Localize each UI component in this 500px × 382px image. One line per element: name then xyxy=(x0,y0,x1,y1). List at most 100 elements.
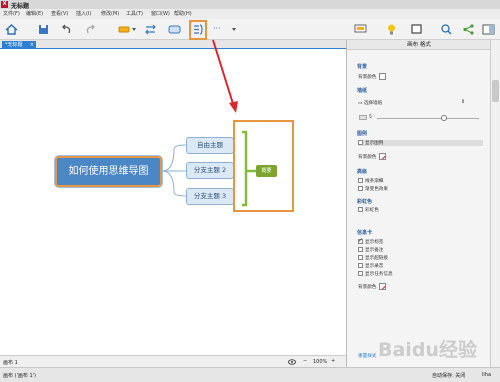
info-audio-checkbox[interactable] xyxy=(358,263,363,268)
sheet-tab[interactable]: 画布 1 xyxy=(3,359,18,366)
menu-view[interactable]: 查看(V) xyxy=(51,10,68,17)
menu-bar: 文件(F) 编辑(E) 查看(V) 插入(I) 修改(M) 工具(T) 窗口(W… xyxy=(0,9,500,19)
wallpaper-select[interactable]: ▭ 选择墙纸 xyxy=(358,100,382,106)
user-name: liha xyxy=(482,372,492,378)
search-icon[interactable] xyxy=(440,23,453,36)
subtopic-branch-3[interactable]: 分支主题 3 xyxy=(186,188,234,205)
info-option-notes[interactable]: 显示备注 xyxy=(358,247,383,253)
share-icon[interactable] xyxy=(462,23,475,36)
tab-bar: *无标题 × xyxy=(0,40,346,49)
show-legend-row[interactable]: 显示图例 xyxy=(358,140,483,146)
info-option-tasks[interactable]: 显示任务信息 xyxy=(358,271,393,277)
panel-scrollbar[interactable] xyxy=(490,40,500,367)
menu-file[interactable]: 文件(F) xyxy=(3,10,20,17)
eye-icon[interactable] xyxy=(288,359,296,365)
opacity-input[interactable] xyxy=(359,115,367,120)
advanced-option-1[interactable]: 线条渐细 xyxy=(358,178,383,184)
status-left: 画布 ('画布 1') xyxy=(3,373,37,379)
more-icon[interactable]: ··· xyxy=(213,24,221,33)
info-audio-label: 显示录音 xyxy=(365,264,384,269)
info-labels-checkbox[interactable] xyxy=(358,237,363,244)
menu-insert[interactable]: 插入(I) xyxy=(76,10,91,17)
close-icon[interactable]: × xyxy=(30,41,34,49)
rainbow-section: 彩虹色 xyxy=(357,199,373,205)
slider-handle[interactable] xyxy=(441,115,447,121)
taper-label: 线条渐细 xyxy=(365,179,384,184)
sheet-bar: 画布 1 − 100% + xyxy=(0,355,346,367)
info-notes-label: 显示备注 xyxy=(365,248,384,253)
panel-icon[interactable] xyxy=(482,23,495,36)
info-labels-label: 显示标签 xyxy=(365,240,384,245)
chevron-down-icon[interactable] xyxy=(232,28,236,31)
relationship-icon[interactable] xyxy=(144,23,157,36)
rainbow-option[interactable]: 彩虹色 xyxy=(358,207,379,213)
scrollbar-thumb[interactable] xyxy=(492,80,499,102)
info-bg-swatch[interactable] xyxy=(379,283,387,290)
legend-bg-swatch[interactable] xyxy=(379,153,387,160)
subtopic-free[interactable]: 自由主题 xyxy=(186,137,234,154)
home-icon[interactable] xyxy=(5,23,18,36)
info-option-audio[interactable]: 显示录音 xyxy=(358,263,383,269)
info-hyperlinks-checkbox[interactable] xyxy=(358,255,363,260)
menu-modify[interactable]: 修改(M) xyxy=(101,10,119,17)
zoom-in-icon[interactable]: + xyxy=(331,358,335,364)
menu-tools[interactable]: 工具(T) xyxy=(126,10,143,17)
info-hyperlinks-label: 显示超链接 xyxy=(365,256,388,261)
legend-bg-label: 背景颜色 xyxy=(358,155,377,160)
tab-untitled[interactable]: *无标题 × xyxy=(2,41,36,49)
info-option-labels[interactable]: 显示标签 xyxy=(358,237,384,245)
idea-icon[interactable] xyxy=(385,23,398,36)
undo-icon[interactable] xyxy=(60,23,73,36)
background-color-label: 背景颜色 xyxy=(358,75,377,80)
advanced-option-2[interactable]: 渐变色效果 xyxy=(358,186,388,192)
zoom-level: 100% xyxy=(313,359,328,365)
taper-checkbox[interactable] xyxy=(358,178,363,183)
info-tasks-checkbox[interactable] xyxy=(358,271,363,276)
toolbar: ··· xyxy=(0,19,500,40)
autosave-status[interactable]: 自动保存: 关闭 xyxy=(432,372,465,379)
topic-icon[interactable] xyxy=(118,23,131,36)
wallpaper-section: 墙纸 xyxy=(357,88,368,94)
show-legend-label: 显示图例 xyxy=(365,141,384,146)
central-topic[interactable]: 如何使用思维导图 xyxy=(55,156,162,187)
opacity-slider[interactable] xyxy=(377,118,479,119)
tab-label: *无标题 xyxy=(5,42,23,48)
title-bar: X 无标题 xyxy=(0,0,500,10)
background-section: 背景 xyxy=(357,64,368,70)
status-bar: 画布 ('画布 1') 自动保存: 关闭 liha xyxy=(0,367,500,382)
reset-style-link[interactable]: 重置样式 xyxy=(358,353,376,359)
wallpaper-stepper[interactable]: ⇕ xyxy=(461,99,465,105)
advanced-section: 高级 xyxy=(357,169,368,175)
chevron-down-icon[interactable] xyxy=(132,28,136,31)
show-legend-checkbox[interactable] xyxy=(358,140,363,145)
info-bg-row: 背景颜色 xyxy=(358,283,387,290)
mindmap-canvas[interactable] xyxy=(0,49,346,355)
info-card-section: 信息卡 xyxy=(357,230,373,236)
presentation-icon[interactable] xyxy=(354,23,367,36)
rainbow-label: 彩虹色 xyxy=(365,208,379,213)
menu-edit[interactable]: 编辑(E) xyxy=(26,10,43,17)
app-logo: X xyxy=(1,1,8,8)
summary-tool-highlight xyxy=(189,20,207,40)
gradient-label: 渐变色效果 xyxy=(365,187,388,192)
presenter-icon[interactable] xyxy=(410,23,423,36)
redo-icon[interactable] xyxy=(84,23,97,36)
rainbow-checkbox[interactable] xyxy=(358,207,363,212)
summary-topic[interactable]: 概要 xyxy=(256,165,277,177)
legend-bg-row: 背景颜色 xyxy=(358,153,387,160)
menu-window[interactable]: 窗口(W) xyxy=(151,10,170,17)
subtopic-branch-2[interactable]: 分支主题 2 xyxy=(186,162,234,179)
info-option-hyperlinks[interactable]: 显示超链接 xyxy=(358,255,388,261)
menu-help[interactable]: 帮助(H) xyxy=(174,10,192,17)
save-icon[interactable] xyxy=(37,23,50,36)
legend-section: 图例 xyxy=(357,131,368,137)
gradient-checkbox[interactable] xyxy=(358,186,363,191)
zoom-out-icon[interactable]: − xyxy=(303,358,307,364)
panel-title: 画布 格式 xyxy=(347,40,491,50)
info-bg-label: 背景颜色 xyxy=(358,285,377,290)
boundary-icon[interactable] xyxy=(168,23,181,36)
background-color-swatch[interactable] xyxy=(379,73,387,80)
info-tasks-label: 显示任务信息 xyxy=(365,272,393,277)
background-color-row: 背景颜色 xyxy=(358,73,387,80)
info-notes-checkbox[interactable] xyxy=(358,247,363,252)
